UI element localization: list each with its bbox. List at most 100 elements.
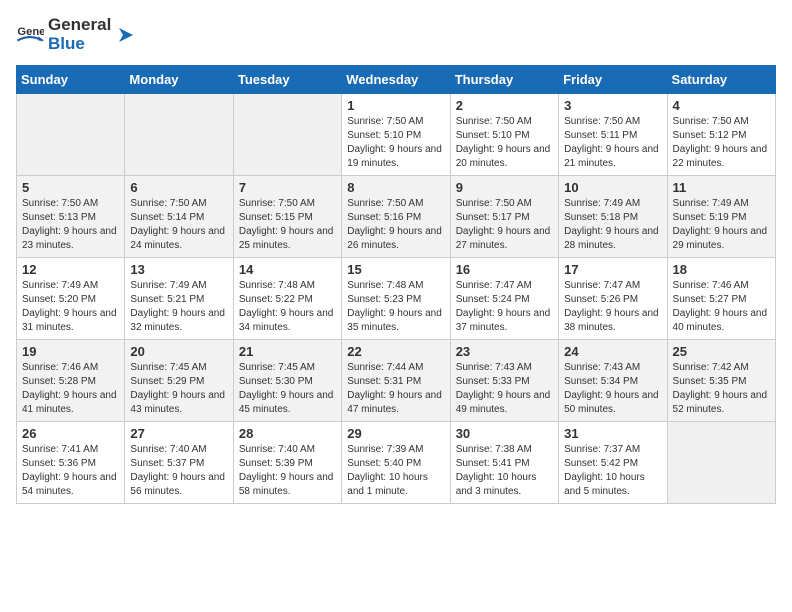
- weekday-header-tuesday: Tuesday: [233, 66, 341, 94]
- day-number: 4: [673, 98, 770, 113]
- day-number: 21: [239, 344, 336, 359]
- calendar-cell: 29Sunrise: 7:39 AMSunset: 5:40 PMDayligh…: [342, 422, 450, 504]
- calendar-cell: 31 Sunrise: 7:37 AMSunset: 5:42 PMDayligh…: [559, 422, 667, 504]
- day-info: Sunrise: 7:46 AMSunset: 5:28 PMDaylight:…: [22, 361, 119, 417]
- day-number: 10: [564, 180, 661, 195]
- calendar-cell: [125, 94, 233, 176]
- day-number: 30: [456, 426, 553, 441]
- page-header: General General Blue: [16, 16, 776, 53]
- day-info: Sunrise: 7:50 AMSunset: 5:15 PMDaylight:…: [239, 197, 336, 253]
- day-info: Sunrise: 7:49 AMSunset: 5:19 PMDaylight:…: [673, 197, 770, 253]
- calendar-cell: 5 Sunrise: 7:50 AMSunset: 5:13 PMDaylight…: [17, 176, 125, 258]
- day-info: Sunrise: 7:48 AMSunset: 5:22 PMDaylight:…: [239, 279, 336, 335]
- day-info: Sunrise: 7:45 AMSunset: 5:29 PMDaylight:…: [130, 361, 227, 417]
- day-number: 7: [239, 180, 336, 195]
- day-number: 14: [239, 262, 336, 277]
- calendar-cell: 8Sunrise: 7:50 AMSunset: 5:16 PMDaylight…: [342, 176, 450, 258]
- day-info: Sunrise: 7:47 AMSunset: 5:26 PMDaylight:…: [564, 279, 661, 335]
- day-info: Sunrise: 7:42 AMSunset: 5:35 PMDaylight:…: [673, 361, 770, 417]
- day-info: Sunrise: 7:49 AMSunset: 5:21 PMDaylight:…: [130, 279, 227, 335]
- day-info: Sunrise: 7:47 AMSunset: 5:24 PMDaylight:…: [456, 279, 553, 335]
- weekday-header-wednesday: Wednesday: [342, 66, 450, 94]
- day-info: Sunrise: 7:50 AMSunset: 5:11 PMDaylight:…: [564, 115, 661, 171]
- day-number: 16: [456, 262, 553, 277]
- day-number: 22: [347, 344, 444, 359]
- day-info: Sunrise: 7:50 AMSunset: 5:13 PMDaylight:…: [22, 197, 119, 253]
- logo-general-text: General: [48, 15, 111, 34]
- logo-blue-text: Blue: [48, 34, 85, 53]
- calendar-cell: 22 Sunrise: 7:44 AMSunset: 5:31 PMDayligh…: [342, 340, 450, 422]
- day-info: Sunrise: 7:41 AMSunset: 5:36 PMDaylight:…: [22, 443, 119, 499]
- day-info: Sunrise: 7:38 AMSunset: 5:41 PMDaylight:…: [456, 443, 553, 499]
- calendar-cell: 30 Sunrise: 7:38 AMSunset: 5:41 PMDayligh…: [450, 422, 558, 504]
- weekday-header-sunday: Sunday: [17, 66, 125, 94]
- day-number: 3: [564, 98, 661, 113]
- day-number: 17: [564, 262, 661, 277]
- calendar-cell: [233, 94, 341, 176]
- day-number: 13: [130, 262, 227, 277]
- calendar-cell: [667, 422, 775, 504]
- calendar-cell: 24 Sunrise: 7:43 AMSunset: 5:34 PMDayligh…: [559, 340, 667, 422]
- day-number: 19: [22, 344, 119, 359]
- logo-icon: General: [16, 21, 44, 49]
- calendar-cell: 27 Sunrise: 7:40 AMSunset: 5:37 PMDayligh…: [125, 422, 233, 504]
- day-number: 15: [347, 262, 444, 277]
- calendar-week-3: 12Sunrise: 7:49 AMSunset: 5:20 PMDayligh…: [17, 258, 776, 340]
- calendar-cell: 12Sunrise: 7:49 AMSunset: 5:20 PMDayligh…: [17, 258, 125, 340]
- day-info: Sunrise: 7:37 AMSunset: 5:42 PMDaylight:…: [564, 443, 661, 499]
- calendar-cell: 20 Sunrise: 7:45 AMSunset: 5:29 PMDayligh…: [125, 340, 233, 422]
- day-number: 11: [673, 180, 770, 195]
- calendar-cell: 16 Sunrise: 7:47 AMSunset: 5:24 PMDayligh…: [450, 258, 558, 340]
- day-info: Sunrise: 7:50 AMSunset: 5:10 PMDaylight:…: [456, 115, 553, 171]
- calendar-cell: 14 Sunrise: 7:48 AMSunset: 5:22 PMDayligh…: [233, 258, 341, 340]
- weekday-header-saturday: Saturday: [667, 66, 775, 94]
- day-info: Sunrise: 7:46 AMSunset: 5:27 PMDaylight:…: [673, 279, 770, 335]
- calendar-cell: 23Sunrise: 7:43 AMSunset: 5:33 PMDayligh…: [450, 340, 558, 422]
- day-number: 27: [130, 426, 227, 441]
- day-number: 1: [347, 98, 444, 113]
- day-number: 12: [22, 262, 119, 277]
- day-info: Sunrise: 7:43 AMSunset: 5:34 PMDaylight:…: [564, 361, 661, 417]
- calendar-cell: 26 Sunrise: 7:41 AMSunset: 5:36 PMDayligh…: [17, 422, 125, 504]
- calendar-cell: 25 Sunrise: 7:42 AMSunset: 5:35 PMDayligh…: [667, 340, 775, 422]
- day-number: 25: [673, 344, 770, 359]
- day-number: 9: [456, 180, 553, 195]
- calendar-cell: 18 Sunrise: 7:46 AMSunset: 5:27 PMDayligh…: [667, 258, 775, 340]
- calendar-cell: 3 Sunrise: 7:50 AMSunset: 5:11 PMDaylight…: [559, 94, 667, 176]
- day-number: 5: [22, 180, 119, 195]
- day-number: 26: [22, 426, 119, 441]
- calendar-cell: 9 Sunrise: 7:50 AMSunset: 5:17 PMDaylight…: [450, 176, 558, 258]
- logo: General General Blue: [16, 16, 137, 53]
- day-info: Sunrise: 7:50 AMSunset: 5:17 PMDaylight:…: [456, 197, 553, 253]
- calendar-cell: 21 Sunrise: 7:45 AMSunset: 5:30 PMDayligh…: [233, 340, 341, 422]
- day-info: Sunrise: 7:44 AMSunset: 5:31 PMDaylight:…: [347, 361, 444, 417]
- day-info: Sunrise: 7:43 AMSunset: 5:33 PMDaylight:…: [456, 361, 553, 417]
- calendar-cell: 11 Sunrise: 7:49 AMSunset: 5:19 PMDayligh…: [667, 176, 775, 258]
- logo-arrow-icon: [115, 24, 137, 46]
- weekday-header-thursday: Thursday: [450, 66, 558, 94]
- weekday-header-monday: Monday: [125, 66, 233, 94]
- day-number: 31: [564, 426, 661, 441]
- calendar-cell: 13 Sunrise: 7:49 AMSunset: 5:21 PMDayligh…: [125, 258, 233, 340]
- day-number: 2: [456, 98, 553, 113]
- day-number: 18: [673, 262, 770, 277]
- day-number: 29: [347, 426, 444, 441]
- calendar-table: SundayMondayTuesdayWednesdayThursdayFrid…: [16, 65, 776, 504]
- day-info: Sunrise: 7:45 AMSunset: 5:30 PMDaylight:…: [239, 361, 336, 417]
- day-number: 24: [564, 344, 661, 359]
- calendar-cell: 19 Sunrise: 7:46 AMSunset: 5:28 PMDayligh…: [17, 340, 125, 422]
- calendar-cell: 6Sunrise: 7:50 AMSunset: 5:14 PMDaylight…: [125, 176, 233, 258]
- calendar-cell: 28Sunrise: 7:40 AMSunset: 5:39 PMDayligh…: [233, 422, 341, 504]
- calendar-week-2: 5 Sunrise: 7:50 AMSunset: 5:13 PMDaylight…: [17, 176, 776, 258]
- calendar-week-1: 1 Sunrise: 7:50 AMSunset: 5:10 PMDaylight…: [17, 94, 776, 176]
- day-number: 20: [130, 344, 227, 359]
- calendar-cell: 2 Sunrise: 7:50 AMSunset: 5:10 PMDaylight…: [450, 94, 558, 176]
- calendar-cell: 1 Sunrise: 7:50 AMSunset: 5:10 PMDaylight…: [342, 94, 450, 176]
- day-info: Sunrise: 7:50 AMSunset: 5:12 PMDaylight:…: [673, 115, 770, 171]
- day-info: Sunrise: 7:50 AMSunset: 5:10 PMDaylight:…: [347, 115, 444, 171]
- calendar-cell: 4 Sunrise: 7:50 AMSunset: 5:12 PMDaylight…: [667, 94, 775, 176]
- day-info: Sunrise: 7:50 AMSunset: 5:16 PMDaylight:…: [347, 197, 444, 253]
- calendar-week-5: 26 Sunrise: 7:41 AMSunset: 5:36 PMDayligh…: [17, 422, 776, 504]
- calendar-cell: 10Sunrise: 7:49 AMSunset: 5:18 PMDayligh…: [559, 176, 667, 258]
- day-info: Sunrise: 7:40 AMSunset: 5:37 PMDaylight:…: [130, 443, 227, 499]
